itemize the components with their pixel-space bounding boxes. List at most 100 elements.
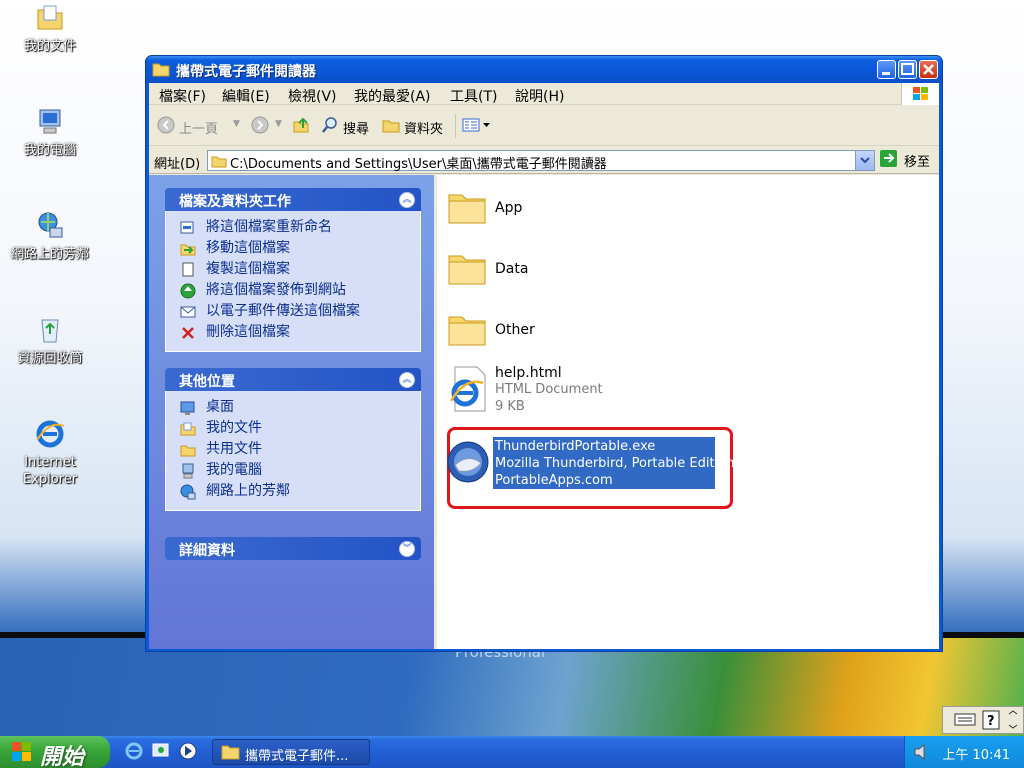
details-header[interactable]: 詳細資料 ︾ <box>165 537 421 560</box>
back-button[interactable]: 上一頁 <box>157 116 227 137</box>
views-button[interactable] <box>462 116 494 136</box>
desktop-icon-label: 資源回收筒 <box>17 351 83 366</box>
task-label: 以電子郵件傳送這個檔案 <box>206 303 360 319</box>
task-rename[interactable]: 將這個檔案重新命名 <box>166 217 420 238</box>
other-places-panel: 其他位置 ︽ 桌面 我的文件 共用文件 我的電腦 網路上的芳鄰 <box>165 368 421 511</box>
file-tasks-header[interactable]: 檔案及資料夾工作 ︽ <box>165 188 421 211</box>
shared-folder-icon <box>180 445 196 457</box>
address-dropdown-button[interactable] <box>855 151 874 170</box>
forward-dropdown-icon[interactable]: ▼ <box>275 119 282 129</box>
menu-tools[interactable]: 工具(T) <box>450 86 497 106</box>
place-my-documents[interactable]: 我的文件 <box>166 418 420 439</box>
desktop-icon-network[interactable]: 網路上的芳鄰 <box>0 210 100 263</box>
desktop-icon-label: Internet Explorer <box>22 455 78 487</box>
back-arrow-icon <box>157 116 175 134</box>
computer-icon <box>39 109 61 134</box>
quicklaunch-media-player[interactable] <box>178 741 198 765</box>
quicklaunch-ie[interactable] <box>124 741 144 765</box>
task-move[interactable]: 移動這個檔案 <box>166 238 420 259</box>
file-name: App <box>495 200 523 216</box>
file-item-other[interactable]: Other <box>447 309 567 359</box>
taskbar-window-label: 攜帶式電子郵件... <box>245 749 349 764</box>
move-icon <box>180 244 196 256</box>
network-icon <box>38 212 63 238</box>
minimize-button[interactable] <box>877 60 896 79</box>
menu-favorites[interactable]: 我的最愛(A) <box>354 86 431 106</box>
chevron-up-icon[interactable]: ︽ <box>399 192 415 208</box>
rename-icon <box>180 221 194 234</box>
search-icon <box>322 117 337 133</box>
task-label: 移動這個檔案 <box>206 240 290 256</box>
show-desktop-icon <box>152 743 169 757</box>
folder-icon <box>448 316 486 346</box>
back-dropdown-icon[interactable]: ▼ <box>233 119 240 129</box>
file-item-thunderbird-exe[interactable]: ThunderbirdPortable.exe Mozilla Thunderb… <box>447 427 737 509</box>
maximize-button[interactable] <box>898 60 917 79</box>
menu-file[interactable]: 檔案(F) <box>159 86 206 106</box>
close-button[interactable] <box>919 60 938 79</box>
chevron-down-icon[interactable]: ︾ <box>399 541 415 557</box>
window-client: 檔案(F) 編輯(E) 檢視(V) 我的最愛(A) 工具(T) 說明(H) 上一… <box>149 83 939 649</box>
start-button[interactable]: 開始 <box>0 736 110 768</box>
task-email[interactable]: 以電子郵件傳送這個檔案 <box>166 301 420 322</box>
toolbar: 上一頁 ▼ ▼ 搜尋 資料夾 <box>149 106 939 146</box>
title-bar[interactable]: 攜帶式電子郵件閱讀器 <box>146 56 942 83</box>
address-input[interactable]: C:\Documents and Settings\User\桌面\攜帶式電子郵… <box>207 150 875 172</box>
media-player-icon <box>179 742 197 760</box>
task-copy[interactable]: 複製這個檔案 <box>166 259 420 280</box>
clock[interactable]: 上午 10:41 <box>942 744 1010 763</box>
forward-button[interactable] <box>251 116 271 136</box>
views-icon <box>462 118 490 132</box>
quicklaunch-desktop[interactable] <box>151 741 171 765</box>
menu-help[interactable]: 說明(H) <box>515 86 564 106</box>
file-size: 9 KB <box>495 399 525 414</box>
folder-icon <box>448 255 486 285</box>
volume-icon[interactable] <box>913 743 931 761</box>
file-item-data[interactable]: Data <box>447 248 567 298</box>
folders-icon <box>382 120 400 133</box>
place-shared-documents[interactable]: 共用文件 <box>166 439 420 460</box>
folder-icon <box>448 194 486 224</box>
back-label: 上一頁 <box>179 122 219 137</box>
task-label: 將這個檔案發佈到網站 <box>206 282 346 298</box>
windows-flag-icon <box>913 87 928 100</box>
file-name: Data <box>495 261 529 277</box>
panel-title: 其他位置 <box>179 374 235 390</box>
tray-toolbar-icons: ? <box>954 710 1018 730</box>
up-folder-button[interactable] <box>292 116 312 136</box>
chevron-up-icon[interactable]: ︽ <box>399 372 415 388</box>
panel-title: 詳細資料 <box>179 543 235 559</box>
task-publish[interactable]: 將這個檔案發佈到網站 <box>166 280 420 301</box>
maximize-icon <box>901 63 914 75</box>
task-pane: 檔案及資料夾工作 ︽ 將這個檔案重新命名 移動這個檔案 複製這個檔案 將這個檔案… <box>149 175 434 649</box>
desktop-icon-label: 網路上的芳鄰 <box>10 247 89 262</box>
menu-view[interactable]: 檢視(V) <box>288 86 337 106</box>
file-item-help-html[interactable]: help.html HTML Document 9 KB <box>447 365 647 421</box>
desktop-icon-my-computer[interactable]: 我的電腦 <box>0 106 100 159</box>
menu-edit[interactable]: 編輯(E) <box>222 86 270 106</box>
menu-bar: 檔案(F) 編輯(E) 檢視(V) 我的最愛(A) 工具(T) 說明(H) <box>149 83 939 105</box>
place-network[interactable]: 網路上的芳鄰 <box>166 481 420 502</box>
taskbar-window-button[interactable]: 攜帶式電子郵件... <box>212 739 370 765</box>
desktop-icon-my-documents[interactable]: 我的文件 <box>0 2 100 55</box>
folders-button[interactable]: 資料夾 <box>382 116 448 137</box>
svg-text:?: ? <box>987 714 995 729</box>
tray-toolbar: ? <box>942 706 1024 734</box>
publish-icon <box>180 283 196 299</box>
place-label: 網路上的芳鄰 <box>206 483 290 499</box>
system-tray: 上午 10:41 <box>904 736 1024 768</box>
file-item-app[interactable]: App <box>447 187 567 237</box>
search-button[interactable]: 搜尋 <box>321 116 377 137</box>
task-label: 將這個檔案重新命名 <box>206 219 332 235</box>
file-list: App Data Other help.html HTML Document 9… <box>437 175 939 649</box>
desktop-icon-recycle-bin[interactable]: 資源回收筒 <box>0 314 100 367</box>
folder-icon <box>152 63 170 77</box>
up-folder-icon <box>293 117 309 133</box>
place-desktop[interactable]: 桌面 <box>166 397 420 418</box>
thunderbird-icon <box>447 441 489 483</box>
task-label: 複製這個檔案 <box>206 261 290 277</box>
task-delete[interactable]: 刪除這個檔案 <box>166 322 420 343</box>
other-places-header[interactable]: 其他位置 ︽ <box>165 368 421 391</box>
desktop-icon-internet-explorer[interactable]: Internet Explorer <box>0 418 100 488</box>
place-my-computer[interactable]: 我的電腦 <box>166 460 420 481</box>
